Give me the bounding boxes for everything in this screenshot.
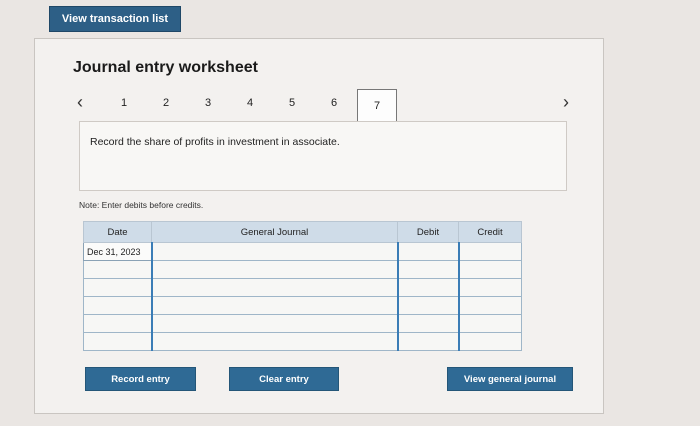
table-row	[83, 260, 522, 279]
general-journal-header: General Journal	[151, 221, 398, 243]
credit-input[interactable]	[457, 260, 522, 279]
account-input[interactable]	[150, 242, 398, 261]
debit-input[interactable]	[396, 314, 459, 333]
date-cell[interactable]: Dec 31, 2023	[83, 242, 152, 261]
account-input[interactable]	[150, 260, 398, 279]
view-transaction-list-button[interactable]: View transaction list	[49, 6, 181, 32]
chevron-right-icon[interactable]: ›	[563, 93, 569, 111]
credit-input[interactable]	[457, 242, 522, 261]
instruction-text: Record the share of profits in investmen…	[90, 136, 340, 148]
table-header-row: Date General Journal Debit Credit	[83, 221, 522, 243]
credit-input[interactable]	[457, 314, 522, 333]
debit-input[interactable]	[396, 332, 459, 351]
table-row	[83, 332, 522, 351]
table-row	[83, 314, 522, 333]
debit-input[interactable]	[396, 242, 459, 261]
step-4[interactable]: 4	[242, 97, 258, 109]
credit-input[interactable]	[457, 296, 522, 315]
account-input[interactable]	[150, 278, 398, 297]
date-header: Date	[83, 221, 152, 243]
table-row	[83, 296, 522, 315]
date-cell[interactable]	[83, 314, 152, 333]
entry-note: Note: Enter debits before credits.	[79, 200, 204, 210]
debit-input[interactable]	[396, 296, 459, 315]
step-6[interactable]: 6	[326, 97, 342, 109]
journal-table: Date General Journal Debit Credit Dec 31…	[83, 221, 522, 351]
step-3[interactable]: 3	[200, 97, 216, 109]
step-5[interactable]: 5	[284, 97, 300, 109]
account-input[interactable]	[150, 296, 398, 315]
date-cell[interactable]	[83, 278, 152, 297]
step-7-active[interactable]: 7	[357, 89, 397, 123]
table-row	[83, 278, 522, 297]
credit-input[interactable]	[457, 332, 522, 351]
account-input[interactable]	[150, 332, 398, 351]
clear-entry-button[interactable]: Clear entry	[229, 367, 339, 391]
step-1[interactable]: 1	[116, 97, 132, 109]
chevron-left-icon[interactable]: ‹	[77, 93, 83, 111]
instruction-box: Record the share of profits in investmen…	[79, 121, 567, 191]
debit-input[interactable]	[396, 260, 459, 279]
table-row: Dec 31, 2023	[83, 242, 522, 261]
credit-header: Credit	[458, 221, 522, 243]
date-cell[interactable]	[83, 332, 152, 351]
record-entry-button[interactable]: Record entry	[85, 367, 196, 391]
debit-input[interactable]	[396, 278, 459, 297]
date-cell[interactable]	[83, 260, 152, 279]
debit-header: Debit	[397, 221, 459, 243]
view-general-journal-button[interactable]: View general journal	[447, 367, 573, 391]
account-input[interactable]	[150, 314, 398, 333]
date-cell[interactable]	[83, 296, 152, 315]
step-navigation: ‹ 1 2 3 4 5 6 7 ›	[73, 89, 573, 125]
step-2[interactable]: 2	[158, 97, 174, 109]
credit-input[interactable]	[457, 278, 522, 297]
worksheet-title: Journal entry worksheet	[73, 59, 258, 76]
journal-worksheet-panel: Journal entry worksheet ‹ 1 2 3 4 5 6 7 …	[34, 38, 604, 414]
